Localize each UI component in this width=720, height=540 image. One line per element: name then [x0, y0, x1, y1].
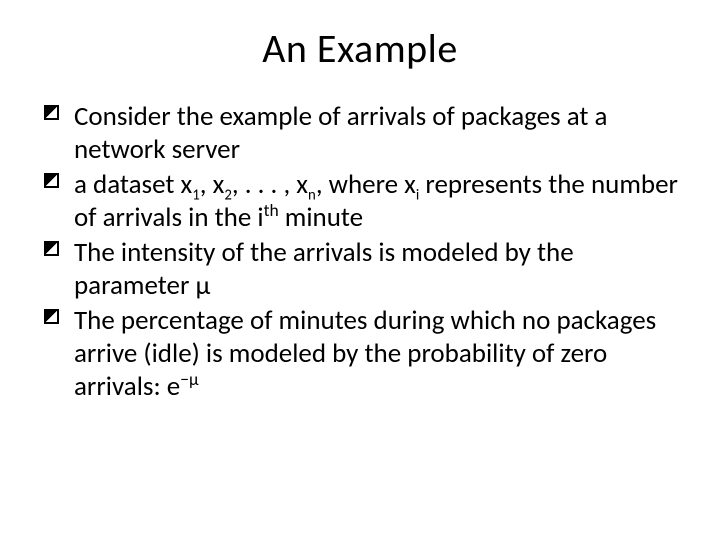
- slide: An Example Consider the example of arriv…: [0, 0, 720, 540]
- slide-body: Consider the example of arrivals of pack…: [40, 101, 680, 403]
- bullet-square-icon: [44, 105, 59, 120]
- bullet-text: The intensity of the arrivals is modeled…: [74, 236, 574, 302]
- bullet-text: a dataset x1, x2, . . . , xn, where xi r…: [74, 168, 678, 234]
- bullet-item: The percentage of minutes during which n…: [44, 305, 680, 404]
- bullet-text: The percentage of minutes during which n…: [74, 304, 656, 403]
- bullet-item: Consider the example of arrivals of pack…: [44, 101, 680, 167]
- bullet-text: Consider the example of arrivals of pack…: [74, 100, 607, 166]
- bullet-square-icon: [44, 241, 59, 256]
- bullet-item: a dataset x1, x2, . . . , xn, where xi r…: [44, 169, 680, 235]
- bullet-square-icon: [44, 173, 59, 188]
- bullet-item: The intensity of the arrivals is modeled…: [44, 237, 680, 303]
- slide-title: An Example: [40, 24, 680, 73]
- bullet-square-icon: [44, 309, 59, 324]
